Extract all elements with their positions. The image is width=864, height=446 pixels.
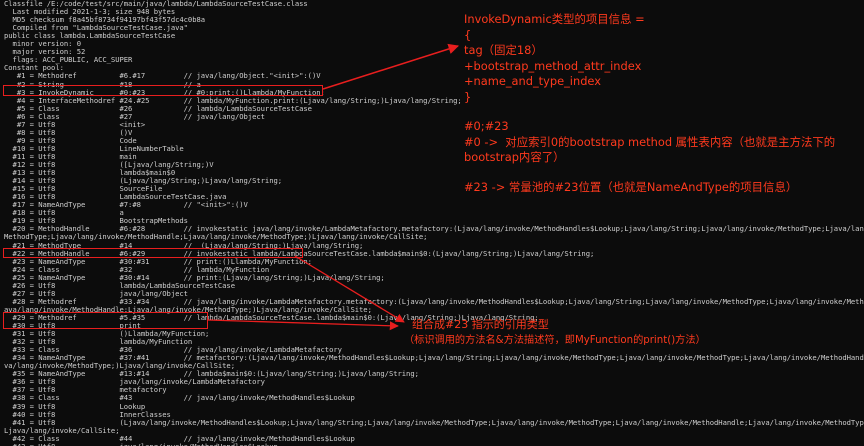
annotation-brace-open: { <box>464 27 472 42</box>
annotation-note-23: #23 -> 常量池的#23位置（也就是NameAndType的项目信息） <box>464 179 798 194</box>
callout-combination-title: 组合成#23 指示的引用类型 <box>412 318 549 331</box>
annotation-field-name-and-type: +name_and_type_index <box>464 74 601 88</box>
invokedynamic-annotation-panel: InvokeDynamic类型的项目信息 = { tag（固定18） +boot… <box>464 12 864 195</box>
annotation-field-bootstrap: +bootstrap_method_attr_index <box>464 58 642 73</box>
annotation-note-0-line1: #0 -> 对应索引0的bootstrap method 属性表内容（也就是主方… <box>464 134 836 149</box>
annotation-header: InvokeDynamic类型的项目信息 = <box>464 12 645 26</box>
annotation-ref-title: #0;#23 <box>464 119 509 133</box>
annotation-field-tag: tag（固定18） <box>464 43 543 57</box>
highlight-box-invokedynamic <box>3 85 323 96</box>
terminal-line: #41 = Utf8 (Ljava/lang/invoke/MethodHand… <box>4 417 864 427</box>
callout-combination-desc: （标识调用的方法名&方法描述符，即MyFunction的print()方法） <box>404 335 706 346</box>
highlight-box-nameandtype-23 <box>3 248 303 258</box>
annotation-note-0-line2: bootstrap内容了） <box>464 150 565 164</box>
highlight-box-utf8-30-31 <box>3 312 208 329</box>
annotation-brace-close: } <box>464 89 472 104</box>
